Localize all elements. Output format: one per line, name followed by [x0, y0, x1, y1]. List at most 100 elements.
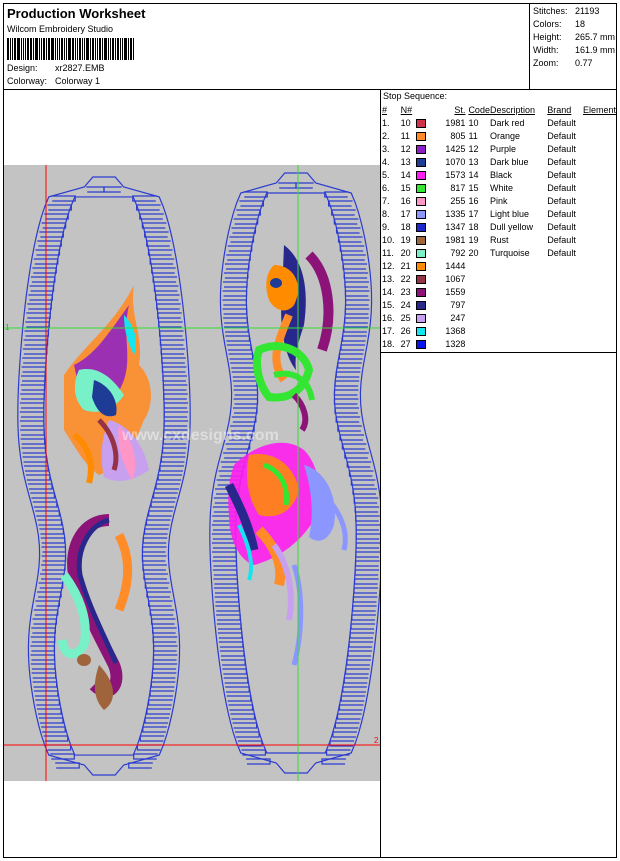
design-stats: Stitches: 21193 Colors: 18 Height: 265.7 mm…: [529, 4, 617, 89]
barcode-bar: [46, 38, 47, 60]
barcode-bar: [133, 38, 134, 60]
color-swatch: [416, 170, 427, 180]
design-preview-svg: www.cxdesigns.com 1 2: [4, 165, 383, 781]
table-row: 15. 24 797: [382, 298, 616, 311]
barcode-bar: [12, 38, 13, 60]
thread-description: [490, 324, 547, 337]
barcode-bar: [21, 38, 22, 60]
barcode-bar: [17, 38, 20, 60]
thread-brand: [547, 259, 583, 272]
col-code: Code: [468, 104, 490, 115]
thread-brand: Default: [547, 182, 576, 193]
stitch-count: 1444: [445, 260, 466, 271]
col-needle: N#: [400, 104, 413, 115]
table-row: 3. 12 1425 12 Purple Default: [382, 142, 616, 155]
thread-brand: Default: [547, 169, 576, 180]
color-swatch-cell: [416, 194, 429, 207]
color-swatch: [416, 118, 427, 128]
thread-description: Light blue: [489, 208, 529, 219]
thread-element: [583, 259, 616, 272]
color-swatch: [416, 157, 427, 167]
watermark-text: www.cxdesigns.com: [121, 427, 279, 444]
thread-code: [468, 298, 490, 311]
table-row: 18. 27 1328: [382, 337, 616, 350]
barcode-bar: [110, 38, 111, 60]
thread-description: Pink: [489, 195, 508, 206]
needle-number: 16: [400, 195, 411, 206]
colorway-value: Colorway 1: [55, 76, 101, 86]
right-phoenix-motif: [224, 245, 348, 666]
thread-code: 18: [468, 221, 479, 232]
barcode-bar: [90, 38, 91, 60]
table-row: 13. 22 1067: [382, 272, 616, 285]
color-swatch-cell: [416, 246, 429, 259]
table-row: 16. 25 247: [382, 311, 616, 324]
thread-code: 15: [468, 182, 479, 193]
barcode-bar: [92, 38, 94, 60]
thread-brand: Default: [547, 130, 576, 141]
stop-number: 12.: [382, 260, 395, 271]
table-row: 6. 15 817 15 White Default: [382, 181, 616, 194]
needle-number: 20: [400, 247, 411, 258]
needle-number: 17: [400, 208, 411, 219]
color-swatch: [416, 248, 427, 258]
needle-number: 15: [400, 182, 411, 193]
needle-number: 21: [400, 260, 411, 271]
thread-description: Orange: [489, 130, 520, 141]
stop-sequence-panel: Stop Sequence: # N# St. Code Description…: [381, 90, 616, 353]
barcode-bar: [108, 38, 109, 60]
stop-number: 15.: [382, 299, 395, 310]
stitch-count: 1328: [445, 338, 466, 349]
barcode-bar: [43, 38, 45, 60]
color-swatch: [416, 261, 427, 271]
thread-element: [583, 181, 616, 194]
color-swatch: [416, 339, 427, 349]
color-swatch: [416, 183, 427, 193]
color-swatch-cell: [416, 285, 429, 298]
thread-element: [583, 220, 616, 233]
color-swatch: [416, 313, 427, 323]
thread-brand: [547, 298, 583, 311]
stop-number: 2.: [382, 130, 390, 141]
color-swatch: [416, 222, 427, 232]
thread-description: Black: [489, 169, 512, 180]
color-swatch: [416, 196, 427, 206]
thread-element: [583, 246, 616, 259]
thread-element: [583, 194, 616, 207]
thread-element: [583, 207, 616, 220]
barcode-bar: [99, 38, 101, 60]
marker-1: 1: [5, 323, 10, 332]
barcode-bar: [120, 38, 121, 60]
needle-number: 22: [400, 273, 411, 284]
color-swatch: [416, 300, 427, 310]
thread-description: [490, 337, 547, 350]
stat-colors: Colors: 18: [533, 19, 586, 29]
stitch-count: 1981: [445, 117, 466, 128]
color-swatch: [416, 274, 427, 284]
stitch-count: 1070: [445, 156, 466, 167]
thread-brand: [547, 311, 583, 324]
table-row: 5. 14 1573 14 Black Default: [382, 168, 616, 181]
barcode-bar: [68, 38, 71, 60]
col-number: #: [382, 104, 388, 115]
barcode-bar: [77, 38, 78, 60]
color-swatch-cell: [416, 220, 429, 233]
stop-number: 8.: [382, 208, 390, 219]
thread-description: [490, 272, 547, 285]
barcode-bar: [51, 38, 54, 60]
color-swatch-cell: [416, 207, 429, 220]
color-swatch-cell: [416, 168, 429, 181]
barcode-bar: [14, 38, 16, 60]
barcode-bar: [128, 38, 129, 60]
color-swatch-cell: [416, 129, 429, 142]
barcode-bar: [48, 38, 50, 60]
table-row: 4. 13 1070 13 Dark blue Default: [382, 155, 616, 168]
thread-description: [490, 259, 547, 272]
thread-element: [583, 272, 616, 285]
stitch-count: 247: [450, 312, 466, 323]
barcode-bar: [75, 38, 76, 60]
stop-number: 4.: [382, 156, 390, 167]
stop-number: 5.: [382, 169, 390, 180]
table-row: 8. 17 1335 17 Light blue Default: [382, 207, 616, 220]
thread-brand: Default: [547, 143, 576, 154]
